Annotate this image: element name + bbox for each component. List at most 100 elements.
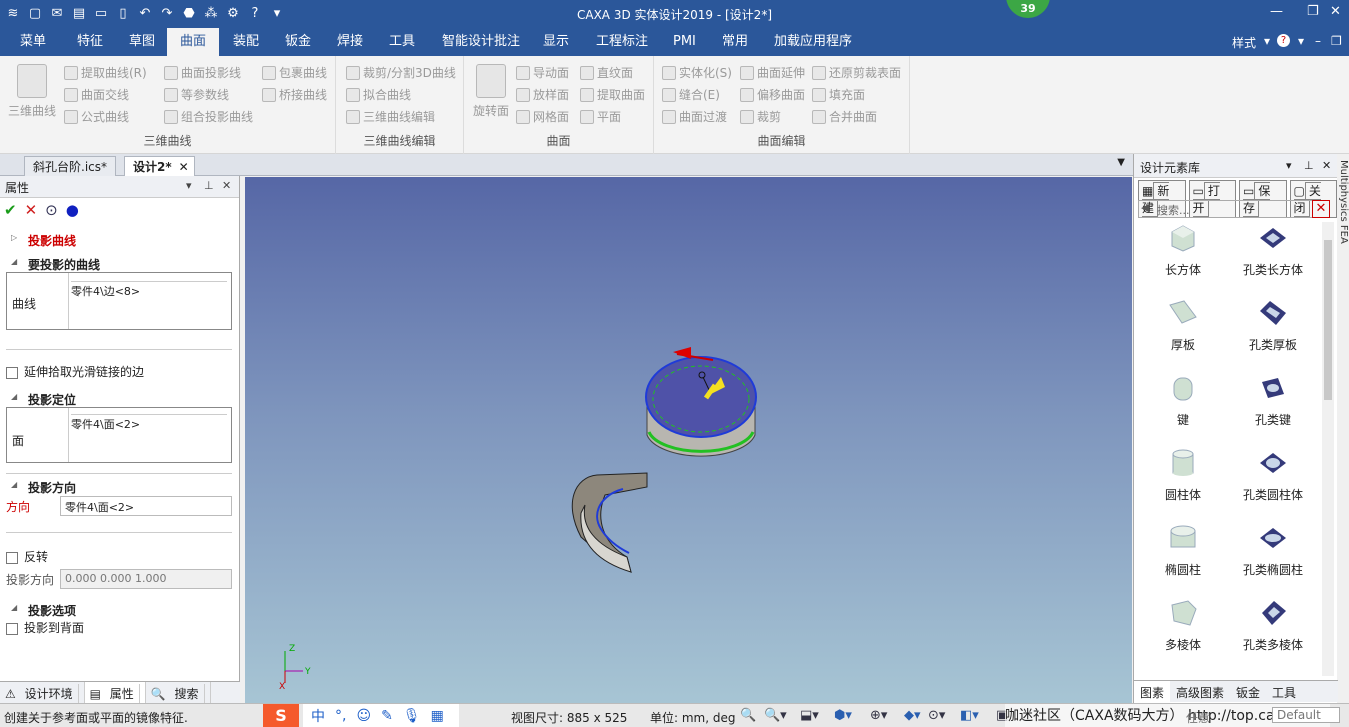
ime-punctuation-icon[interactable]: °,: [335, 708, 346, 724]
extract-surface-button[interactable]: 提取曲面: [580, 86, 645, 103]
tab-design-environment[interactable]: ⚠ 设计环境: [0, 682, 85, 704]
doc-tab-slanted-hole[interactable]: 斜孔台阶.ics*: [24, 156, 116, 176]
tab-pmi[interactable]: PMI: [665, 28, 704, 56]
3d-curve-button[interactable]: 三维曲线: [6, 64, 58, 119]
sweep-surface-button[interactable]: 导动面: [516, 64, 569, 81]
glasses-icon[interactable]: ⊙▾: [928, 708, 945, 723]
backface-checkbox[interactable]: [6, 622, 18, 635]
ime-logo-icon[interactable]: S: [263, 704, 299, 727]
tab-smart-design[interactable]: 智能设计批注: [434, 28, 528, 56]
isoparametric-button[interactable]: 等参数线: [164, 86, 229, 103]
projection-direction-input[interactable]: 0.000 0.000 1.000: [60, 569, 232, 589]
reverse-option[interactable]: 反转: [0, 548, 240, 565]
library-item-hole-elliptic-cylinder[interactable]: 孔类椭圆柱: [1228, 524, 1318, 578]
offset-surface-button[interactable]: 偏移曲面: [740, 86, 805, 103]
3d-viewport[interactable]: Z Y X: [245, 177, 1132, 703]
dropdown-icon[interactable]: ▾: [1264, 34, 1270, 48]
section-header[interactable]: ◢ 投影定位: [0, 391, 240, 408]
style-menu[interactable]: 样式: [1232, 34, 1256, 51]
tab-sheetmetal[interactable]: 钣金: [277, 28, 319, 56]
bridge-curve-button[interactable]: 桥接曲线: [262, 86, 327, 103]
tab-surface[interactable]: 曲面: [167, 28, 219, 56]
library-item-hole-key[interactable]: 孔类键: [1228, 374, 1318, 428]
display-mode-icon[interactable]: ⬢▾: [834, 708, 852, 723]
scrollbar-thumb[interactable]: [1324, 240, 1332, 400]
close-icon[interactable]: ✕: [1322, 159, 1331, 172]
tab-search[interactable]: 🔍 搜索: [146, 682, 211, 704]
sew-button[interactable]: 缝合(E): [662, 86, 720, 103]
extract-curve-button[interactable]: 提取曲线(R): [64, 64, 147, 81]
library-item-thick-plate[interactable]: 厚板: [1138, 299, 1228, 353]
tab-common[interactable]: 常用: [714, 28, 756, 56]
section-header[interactable]: ▷ 投影曲线: [0, 232, 240, 249]
loft-surface-button[interactable]: 放样面: [516, 86, 569, 103]
tab-addins[interactable]: 加载应用程序: [766, 28, 860, 56]
ime-voice-icon[interactable]: 🎙: [403, 708, 421, 724]
tab-welding[interactable]: 焊接: [329, 28, 371, 56]
face-selection-box[interactable]: 面 零件4\面<2>: [6, 407, 232, 463]
dropdown-icon[interactable]: ▾: [186, 179, 192, 192]
confirm-icon[interactable]: ✔: [4, 201, 17, 219]
fill-surface-button[interactable]: 填充面: [812, 86, 865, 103]
pin-icon[interactable]: ⊥: [204, 179, 214, 192]
apply-icon[interactable]: ●: [66, 201, 79, 219]
ime-toolbar[interactable]: 中 °, ☺ ✎ 🎙 ▦: [303, 704, 459, 727]
library-item-cuboid[interactable]: 长方体: [1138, 224, 1228, 278]
library-item-hole-prism[interactable]: 孔类多棱体: [1228, 599, 1318, 653]
surface-blend-button[interactable]: 曲面过渡: [662, 108, 727, 125]
view-orientation-icon[interactable]: ⊕▾: [870, 708, 887, 723]
extend-checkbox[interactable]: [6, 366, 18, 379]
library-item-hole-cylinder[interactable]: 孔类圆柱体: [1228, 449, 1318, 503]
pin-icon[interactable]: ⊥: [1304, 159, 1314, 172]
library-item-cylinder[interactable]: 圆柱体: [1138, 449, 1228, 503]
wrap-curve-button[interactable]: 包裹曲线: [262, 64, 327, 81]
tab-sheetmetal-primitives[interactable]: 钣金: [1230, 681, 1266, 702]
preview-icon[interactable]: ⊙: [45, 201, 58, 219]
surface-projection-button[interactable]: 曲面投影线: [164, 64, 241, 81]
ruled-surface-button[interactable]: 直纹面: [580, 64, 633, 81]
ime-emoji-icon[interactable]: ☺: [356, 708, 371, 724]
zoom-window-icon[interactable]: 🔍▾: [764, 708, 787, 723]
reverse-checkbox[interactable]: [6, 551, 18, 564]
tab-menu[interactable]: 菜单: [12, 28, 54, 56]
view-cube-icon[interactable]: ⬓▾: [800, 708, 819, 723]
mesh-surface-button[interactable]: 网格面: [516, 108, 569, 125]
ime-chinese-icon[interactable]: 中: [311, 706, 325, 726]
side-panel-tab[interactable]: Multiphysics FEA: [1339, 160, 1349, 280]
plane-button[interactable]: 平面: [580, 108, 621, 125]
solidify-button[interactable]: 实体化(S): [662, 64, 732, 81]
minimize-icon[interactable]: —: [1270, 4, 1283, 19]
cylinder-part[interactable]: [645, 347, 757, 457]
minimize-icon[interactable]: –: [1315, 34, 1321, 48]
library-item-hole-thick-plate[interactable]: 孔类厚板: [1228, 299, 1318, 353]
face-value[interactable]: 零件4\面<2>: [71, 414, 227, 432]
revolve-surface-button[interactable]: 旋转面: [470, 64, 512, 119]
section-view-icon[interactable]: ◧▾: [960, 708, 979, 723]
cancel-icon[interactable]: ✕: [25, 201, 38, 219]
fit-curve-button[interactable]: 拟合曲线: [346, 86, 411, 103]
merge-surface-button[interactable]: 合并曲面: [812, 108, 877, 125]
tab-tools[interactable]: 工具: [381, 28, 423, 56]
trim-split-3d-curve-button[interactable]: 裁剪/分割3D曲线: [346, 64, 456, 81]
tab-primitives[interactable]: 图素: [1134, 681, 1171, 702]
library-item-elliptic-cylinder[interactable]: 椭圆柱: [1138, 524, 1228, 578]
tab-features[interactable]: 特征: [69, 28, 111, 56]
render-style-icon[interactable]: ◆▾: [904, 708, 921, 723]
restore-icon[interactable]: ❐: [1307, 4, 1319, 19]
select-mode[interactable]: 任意: [1186, 709, 1210, 726]
combined-projection-button[interactable]: 组合投影曲线: [164, 108, 253, 125]
dropdown-icon[interactable]: ▾: [1298, 34, 1304, 48]
help-icon[interactable]: ?: [1277, 34, 1290, 47]
3d-curve-edit-button[interactable]: 三维曲线编辑: [346, 108, 435, 125]
close-icon[interactable]: ✕: [1330, 4, 1341, 19]
restore-icon[interactable]: ❐: [1331, 34, 1342, 48]
close-icon[interactable]: ✕: [179, 157, 189, 177]
tab-tool-primitives[interactable]: 工具: [1266, 681, 1302, 702]
surface-intersection-button[interactable]: 曲面交线: [64, 86, 129, 103]
render-preset-select[interactable]: Default: [1272, 707, 1340, 723]
library-item-hole-cuboid[interactable]: 孔类长方体: [1228, 224, 1318, 278]
section-header[interactable]: ◢ 投影选项: [0, 602, 240, 619]
surface-extend-button[interactable]: 曲面延伸: [740, 64, 805, 81]
curve-selection-box[interactable]: 曲线 零件4\边<8>: [6, 272, 232, 330]
extend-option[interactable]: 延伸拾取光滑链接的边: [0, 363, 240, 380]
